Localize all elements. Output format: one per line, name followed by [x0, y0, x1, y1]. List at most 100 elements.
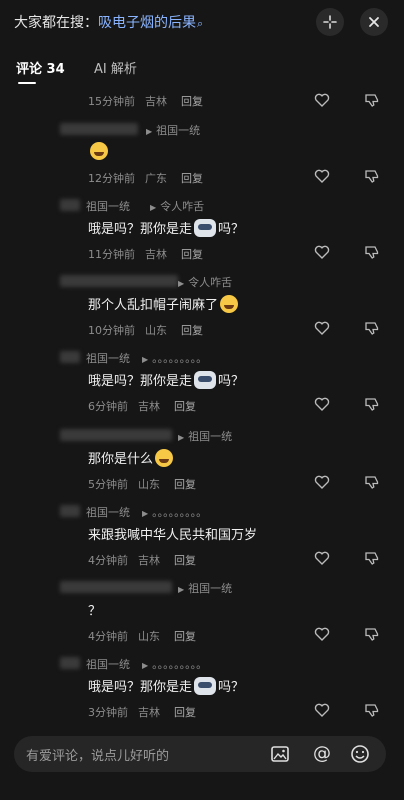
- like-icon[interactable]: [314, 92, 330, 108]
- reply-button[interactable]: 回复: [174, 630, 196, 643]
- tab-ai-analysis[interactable]: AI 解析: [94, 58, 137, 77]
- reply-target: ▶ 令人咋舌: [150, 200, 205, 213]
- username-blurred[interactable]: [60, 429, 172, 441]
- comment-text: 哦是吗？那你是走 吗？: [88, 218, 244, 237]
- username-blurred[interactable]: [60, 581, 172, 593]
- active-tab-indicator: [18, 82, 36, 84]
- reply-button[interactable]: 回复: [174, 400, 196, 413]
- reply-button[interactable]: 回复: [181, 248, 203, 261]
- reply-target: ▶ 祖国一统: [178, 430, 233, 443]
- comment-meta: 4分钟前 山东 回复: [88, 628, 206, 644]
- tab-comments[interactable]: 评论 34: [16, 58, 65, 77]
- sleep-emoji-icon: [90, 142, 108, 160]
- comment-location: 广东: [145, 172, 167, 185]
- dislike-icon[interactable]: [364, 550, 380, 566]
- top-bar: 大家都在搜：吸电子烟的后果⌕: [0, 0, 404, 44]
- reply-target: ▶ 祖国一统: [178, 582, 233, 595]
- comment-location: 山东: [138, 630, 160, 643]
- reply-target: ▶。。。。。。。。。: [142, 658, 208, 671]
- like-icon[interactable]: [314, 244, 330, 260]
- comment-text: 那你是什么: [88, 448, 175, 467]
- comment-input-bar[interactable]: 有爱评论，说点儿好听的 @: [14, 736, 386, 772]
- username-blurred[interactable]: [60, 199, 80, 211]
- close-icon: [369, 17, 379, 27]
- like-icon[interactable]: [314, 550, 330, 566]
- comment-meta: 4分钟前 吉林 回复: [88, 552, 206, 568]
- expand-icon: [323, 15, 337, 29]
- comment-text: 来跟我喊中华人民共和国万岁: [88, 528, 258, 543]
- username-blurred[interactable]: [60, 275, 178, 287]
- comment-time: 4分钟前: [88, 630, 128, 643]
- comment-username[interactable]: 祖国一统: [86, 656, 130, 672]
- comment-username[interactable]: 祖国一统: [86, 198, 130, 214]
- comment-location: 山东: [138, 478, 160, 491]
- reply-target: ▶。。。。。。。。。: [142, 352, 208, 365]
- wolf-emoji-icon: [194, 677, 217, 695]
- comment-meta: 12分钟前 广东 回复: [88, 170, 213, 186]
- reply-target: ▶ 令人咋舌: [178, 276, 233, 289]
- dislike-icon[interactable]: [364, 396, 380, 412]
- wolf-emoji-icon: [194, 371, 217, 389]
- dislike-icon[interactable]: [364, 474, 380, 490]
- comment-location: 吉林: [138, 400, 160, 413]
- mention-icon[interactable]: @: [312, 744, 332, 764]
- reply-button[interactable]: 回复: [174, 554, 196, 567]
- comment-meta: 3分钟前 吉林 回复: [88, 704, 206, 720]
- dislike-icon[interactable]: [364, 168, 380, 184]
- reply-button[interactable]: 回复: [181, 172, 203, 185]
- comment-time: 4分钟前: [88, 554, 128, 567]
- reply-button[interactable]: 回复: [181, 95, 203, 108]
- like-icon[interactable]: [314, 168, 330, 184]
- comment-time: 10分钟前: [88, 324, 135, 337]
- like-icon[interactable]: [314, 320, 330, 336]
- dislike-icon[interactable]: [364, 244, 380, 260]
- reply-button[interactable]: 回复: [181, 324, 203, 337]
- comment-text: [88, 142, 110, 160]
- reply-button[interactable]: 回复: [174, 478, 196, 491]
- search-icon: ⌕: [197, 17, 204, 30]
- comment-time: 11分钟前: [88, 248, 135, 261]
- like-icon[interactable]: [314, 702, 330, 718]
- comment-meta: 11分钟前 吉林 回复: [88, 246, 213, 262]
- like-icon[interactable]: [314, 396, 330, 412]
- like-icon[interactable]: [314, 474, 330, 490]
- emoji-icon[interactable]: [350, 744, 370, 764]
- comment-input[interactable]: 有爱评论，说点儿好听的: [26, 745, 169, 764]
- laugh-emoji-icon: [155, 449, 174, 467]
- reply-button[interactable]: 回复: [174, 706, 196, 719]
- comment-meta: 10分钟前 山东 回复: [88, 322, 213, 338]
- comment-meta: 15分钟前 吉林 回复: [88, 93, 213, 109]
- search-suggestion[interactable]: 大家都在搜：吸电子烟的后果⌕: [14, 12, 203, 32]
- comment-location: 吉林: [145, 95, 167, 108]
- like-icon[interactable]: [314, 626, 330, 642]
- search-keyword[interactable]: 吸电子烟的后果: [98, 15, 196, 31]
- dislike-icon[interactable]: [364, 702, 380, 718]
- username-blurred[interactable]: [60, 123, 138, 135]
- close-button[interactable]: [360, 8, 388, 36]
- comment-time: 15分钟前: [88, 95, 135, 108]
- comment-text: 哦是吗？那你是走 吗？: [88, 370, 244, 389]
- comment-location: 山东: [145, 324, 167, 337]
- comment-location: 吉林: [138, 706, 160, 719]
- username-blurred[interactable]: [60, 351, 80, 363]
- comment-username[interactable]: 祖国一统: [86, 350, 130, 366]
- dislike-icon[interactable]: [364, 320, 380, 336]
- comment-text: 那个人乱扣帽子闹麻了: [88, 294, 240, 313]
- wolf-emoji-icon: [194, 219, 217, 237]
- comment-text: 哦是吗？那你是走 吗？: [88, 676, 244, 695]
- dislike-icon[interactable]: [364, 626, 380, 642]
- username-blurred[interactable]: [60, 657, 80, 669]
- expand-button[interactable]: [316, 8, 344, 36]
- comment-tabs: 评论 34 AI 解析: [0, 52, 404, 86]
- image-icon[interactable]: [270, 744, 290, 764]
- username-blurred[interactable]: [60, 505, 80, 517]
- comment-time: 6分钟前: [88, 400, 128, 413]
- comment-time: 3分钟前: [88, 706, 128, 719]
- comment-text: ？: [88, 604, 102, 619]
- comment-username[interactable]: 祖国一统: [86, 504, 130, 520]
- comment-list[interactable]: 15分钟前 吉林 回复 ▶ 祖国一统 12分钟前 广东 回复 祖国一统 ▶ 令人咋舌 哦是吗…: [0, 88, 404, 728]
- dislike-icon[interactable]: [364, 92, 380, 108]
- comment-time: 12分钟前: [88, 172, 135, 185]
- comment-location: 吉林: [138, 554, 160, 567]
- reply-target: ▶ 祖国一统: [146, 124, 201, 137]
